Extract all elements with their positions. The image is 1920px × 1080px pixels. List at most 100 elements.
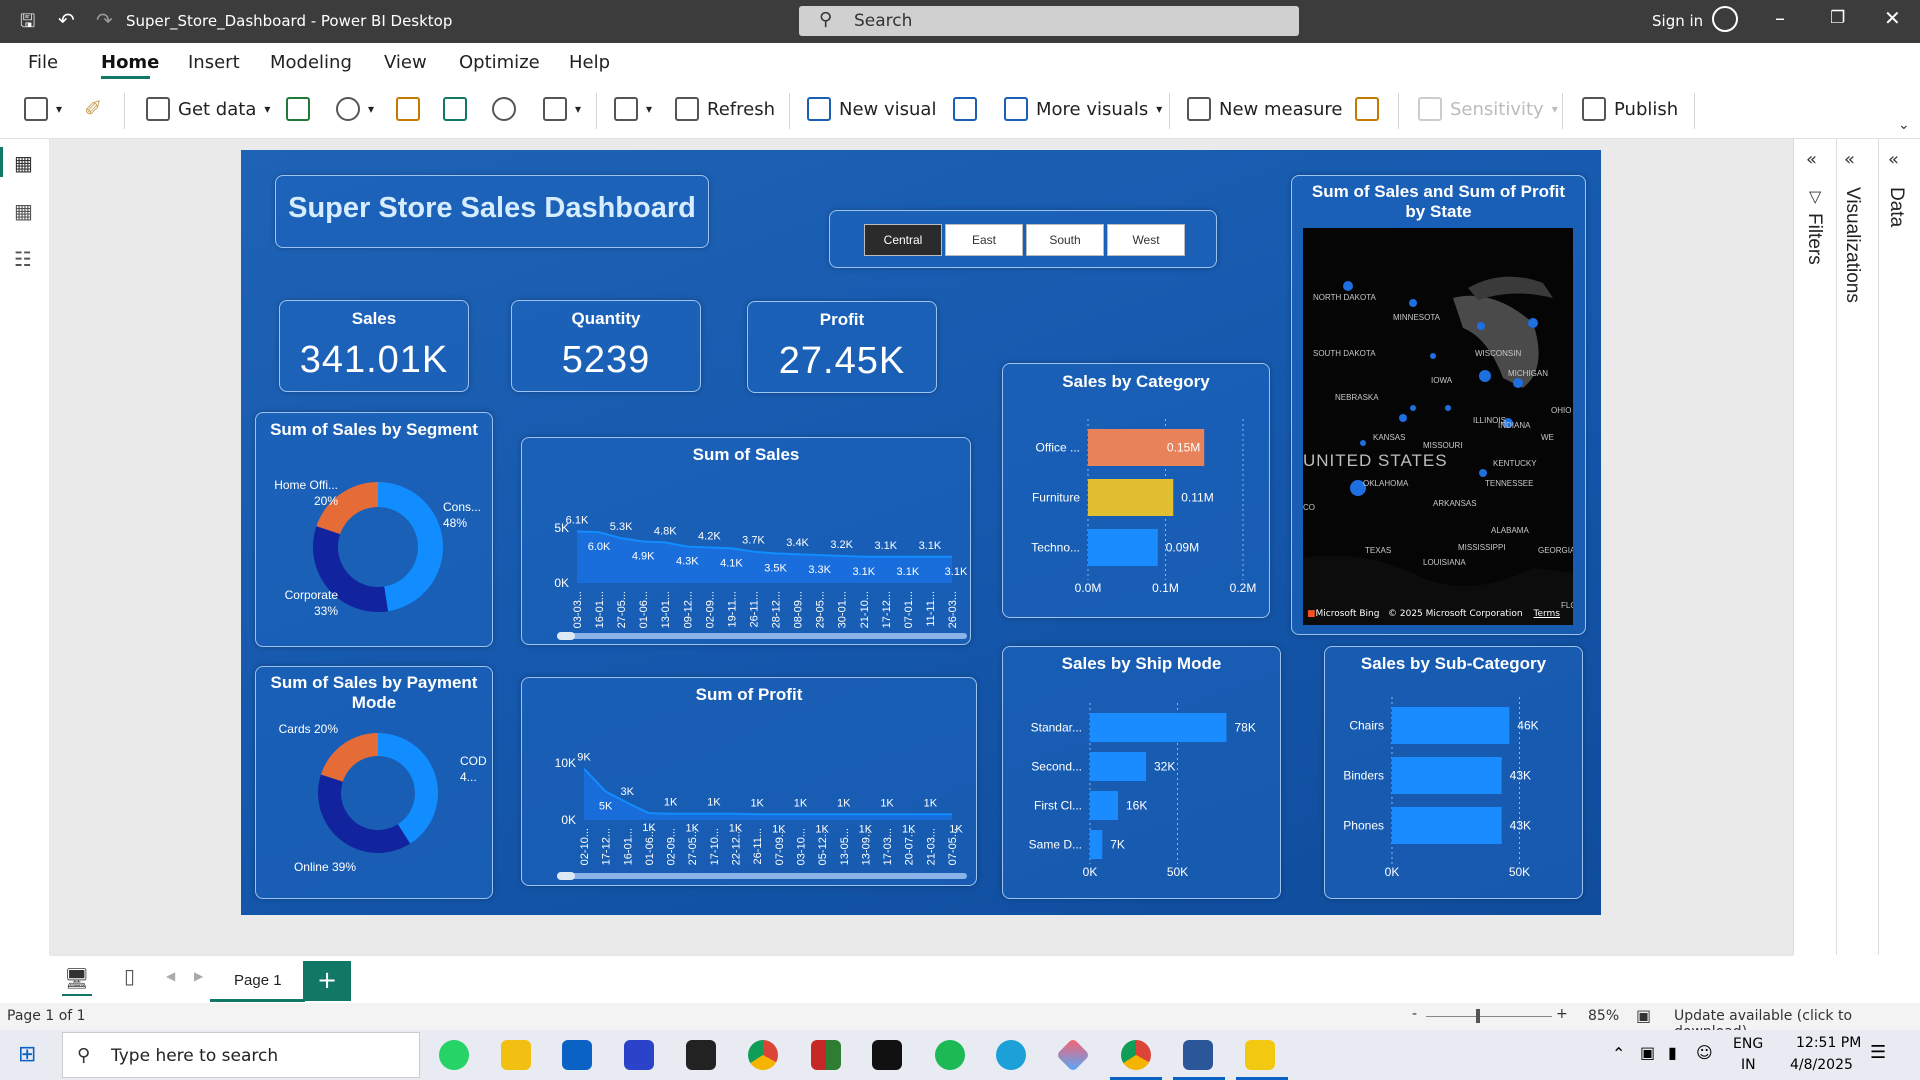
app-icon-grid[interactable] [811,1040,841,1070]
expand-visualizations-icon[interactable]: « [1844,149,1855,170]
zoom-in-button[interactable]: + [1556,1006,1568,1022]
menu-insert[interactable]: Insert [188,52,240,73]
windows-start-icon[interactable]: ⊞ [18,1042,36,1067]
menu-file[interactable]: File [28,52,58,73]
donut-slice[interactable] [320,733,378,782]
menu-modeling[interactable]: Modeling [270,52,352,73]
bar[interactable] [1088,479,1174,516]
horizontal-scrollbar[interactable] [557,873,967,879]
get-data-button[interactable]: Get data ▾ [146,97,270,121]
terms-link[interactable]: Terms [1533,609,1560,619]
donut-slice[interactable] [378,482,443,612]
transform-data-button[interactable]: ▾ [614,97,652,121]
redo-icon[interactable]: ↷ [96,8,113,32]
word-icon[interactable] [1183,1040,1213,1070]
refresh-button[interactable]: Refresh [675,97,775,121]
bar[interactable] [1090,752,1146,781]
text-box-button[interactable] [953,97,977,121]
map-canvas[interactable]: NORTH DAKOTA MINNESOTA SOUTH DAKOTA WISCONS… [1303,228,1573,625]
clock-date[interactable]: 4/8/2025 [1790,1057,1853,1073]
filters-pane-tab[interactable]: Filters [1803,213,1825,265]
bar[interactable] [1392,707,1510,744]
new-measure-button[interactable]: New measure [1187,97,1343,121]
app-icon-blue[interactable] [624,1040,654,1070]
wifi-icon[interactable]: ☺ [1696,1043,1713,1062]
donut-slice[interactable] [378,733,439,844]
sensitivity-button[interactable]: Sensitivity ▾ [1418,97,1558,121]
new-visual-button[interactable]: New visual [807,97,936,121]
mail-icon[interactable] [562,1040,592,1070]
dataverse-button[interactable] [492,97,516,121]
notification-icon[interactable]: ☰ [1870,1042,1886,1063]
account-icon[interactable] [1712,6,1738,32]
clock-time[interactable]: 12:51 PM [1796,1035,1861,1051]
zoom-out-button[interactable]: - [1412,1006,1417,1022]
spotify-icon[interactable] [935,1040,965,1070]
onelake-button[interactable]: ▾ [336,97,374,121]
region-button-west[interactable]: West [1107,224,1185,256]
state-bubble[interactable] [1479,469,1487,477]
quick-measure-button[interactable] [1355,97,1379,121]
region-button-south[interactable]: South [1026,224,1104,256]
zoom-slider[interactable] [1426,1016,1552,1017]
sign-in-link[interactable]: Sign in [1652,12,1703,30]
menu-optimize[interactable]: Optimize [459,52,540,73]
bar[interactable] [1090,791,1118,820]
menu-view[interactable]: View [384,52,427,73]
bar[interactable] [1392,757,1502,794]
kpi-card-profit[interactable]: Profit 27.45K [747,301,937,393]
davinci-icon[interactable] [686,1040,716,1070]
paste-button[interactable]: ▾ [24,97,62,121]
excel-button[interactable] [286,97,310,121]
profit-trend-card[interactable]: Sum of Profit 0K 10K 9K 02-10... 5K 17-12... 3… [521,677,977,886]
fit-page-icon[interactable]: ▣ [1636,1006,1651,1025]
state-bubble[interactable] [1409,299,1417,307]
whatsapp-icon[interactable] [439,1040,469,1070]
horizontal-scrollbar[interactable] [557,633,967,639]
taskbar-search[interactable]: ⚲ Type here to search [62,1032,420,1078]
battery-icon[interactable]: ▮ [1668,1043,1677,1062]
recent-sources-button[interactable]: ▾ [543,97,581,121]
kpi-card-quantity[interactable]: Quantity 5239 [511,300,701,392]
minimize-icon[interactable]: – [1775,6,1785,30]
segment-chart-card[interactable]: Sum of Sales by Segment Cons... 48% Corpor… [255,412,493,647]
region-button-east[interactable]: East [945,224,1023,256]
enter-data-button[interactable] [443,97,467,121]
tray-app-icon[interactable]: ▣ [1640,1043,1655,1062]
file-explorer-icon[interactable] [501,1040,531,1070]
bar[interactable] [1090,713,1227,742]
add-page-button[interactable]: + [303,961,351,1001]
undo-icon[interactable]: ↶ [58,8,75,32]
search-input[interactable]: ⚲ Search [799,6,1299,36]
page-tab-1[interactable]: Page 1 [210,958,305,1002]
scrollbar-thumb[interactable] [557,872,575,880]
region-button-central[interactable]: Central [864,224,942,256]
payment-chart-card[interactable]: Sum of Sales by Payment Mode COD 4... Onli… [255,666,493,899]
report-view-icon[interactable]: ▦ [14,151,33,175]
bar[interactable] [1088,529,1158,566]
category-chart-card[interactable]: Sales by Category 0.0M 0.1M 0.2M Office ...… [1002,363,1270,618]
model-view-icon[interactable]: ☷ [14,247,32,271]
state-bubble[interactable] [1399,414,1407,422]
edge-icon[interactable] [996,1040,1026,1070]
menu-home[interactable]: Home [101,52,159,73]
table-view-icon[interactable]: ▦ [14,199,33,223]
sql-button[interactable] [396,97,420,121]
state-bubble[interactable] [1477,322,1485,330]
area-fill[interactable] [584,768,952,820]
state-bubble[interactable] [1528,318,1538,328]
prev-page-icon[interactable]: ◀ [166,969,175,983]
kpi-card-sales[interactable]: Sales 341.01K [279,300,469,392]
scrollbar-thumb[interactable] [557,632,575,640]
language-region[interactable]: IN [1741,1057,1756,1073]
data-pane-tab[interactable]: Data [1885,187,1907,227]
save-icon[interactable]: 🖫 [20,9,35,39]
zoom-slider-thumb[interactable] [1476,1009,1480,1023]
shipmode-chart-card[interactable]: Sales by Ship Mode 0K 50K Standar... 78K Sec… [1002,646,1281,899]
expand-data-icon[interactable]: « [1888,149,1899,170]
bar[interactable] [1392,807,1502,844]
terminal-icon[interactable] [872,1040,902,1070]
state-bubble[interactable] [1445,405,1451,411]
expand-filters-icon[interactable]: « [1806,149,1817,170]
menu-help[interactable]: Help [569,52,610,73]
